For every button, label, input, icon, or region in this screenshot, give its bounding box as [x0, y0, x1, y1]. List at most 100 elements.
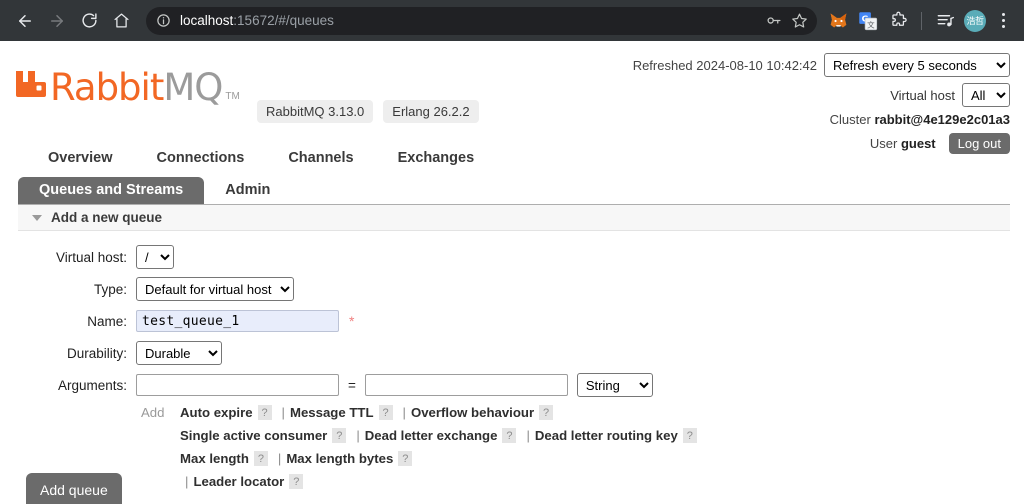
help-icon-message-ttl[interactable]: ? — [378, 405, 393, 420]
help-icon-dead-letter-exchange[interactable]: ? — [502, 428, 517, 443]
durability-field-label: Durability: — [66, 345, 127, 361]
tab-channels[interactable]: Channels — [266, 146, 375, 170]
preset-auto-expire[interactable]: Auto expire — [180, 405, 253, 420]
browser-menu-button[interactable] — [992, 13, 1014, 28]
rabbitmq-version-badge: RabbitMQ 3.13.0 — [257, 100, 374, 123]
vhost-row: Virtual host All — [633, 83, 1010, 107]
help-icon-leader-locator[interactable]: ? — [289, 474, 304, 489]
address-bar[interactable]: localhost:15672/#/queues — [146, 6, 817, 35]
tab-admin[interactable]: Admin — [204, 177, 291, 204]
help-icon-single-active-consumer[interactable]: ? — [332, 428, 347, 443]
form-row-arguments: Arguments: = String — [22, 373, 1012, 397]
rabbitmq-management-page: RabbitMQ TM RabbitMQ 3.13.0 Erlang 26.2.… — [0, 41, 1024, 504]
vhost-select[interactable]: / — [136, 245, 174, 269]
preset-separator: | — [526, 428, 530, 443]
site-info-icon[interactable] — [154, 12, 172, 30]
name-field-label: Name: — [87, 313, 127, 329]
avatar-initials: 浩哲 — [964, 9, 986, 32]
url-host: localhost — [180, 12, 234, 28]
refresh-row: Refreshed 2024-08-10 10:42:42 Refresh ev… — [633, 53, 1010, 77]
refresh-interval-select[interactable]: Refresh every 5 seconds — [824, 53, 1010, 77]
rabbitmq-logo-icon — [14, 63, 48, 102]
trademark-mark: TM — [225, 91, 240, 102]
add-argument-label[interactable]: Add — [136, 405, 180, 420]
add-queue-form: Virtual host: / Type: Default for virtua… — [22, 231, 1012, 493]
preset-max-length-bytes[interactable]: Max length bytes — [286, 451, 393, 466]
add-queue-section-header[interactable]: Add a new queue — [18, 205, 1010, 231]
argument-key-input[interactable] — [136, 374, 339, 396]
google-translate-icon[interactable]: G 文 — [855, 8, 881, 34]
tab-queues-and-streams[interactable]: Queues and Streams — [18, 177, 205, 204]
argument-presets: Add Auto expire ? | Message TTL ? | Over… — [22, 401, 1012, 493]
page-header: RabbitMQ TM RabbitMQ 3.13.0 Erlang 26.2.… — [0, 41, 1024, 154]
help-icon-max-length[interactable]: ? — [253, 451, 268, 466]
cluster-info: Cluster rabbit@4e129e2c01a3 — [830, 112, 1010, 127]
preset-row-1: Add Auto expire ? | Message TTL ? | Over… — [136, 401, 1012, 424]
bookmark-star-icon[interactable] — [787, 9, 811, 33]
extension-icons: G 文 浩哲 — [825, 8, 1014, 34]
refreshed-timestamp: Refreshed 2024-08-10 10:42:42 — [632, 57, 817, 73]
back-button[interactable] — [10, 6, 40, 36]
add-queue-button[interactable]: Add queue — [26, 473, 122, 504]
preset-message-ttl[interactable]: Message TTL — [290, 405, 374, 420]
form-row-durability: Durability: Durable — [22, 341, 1012, 365]
home-button[interactable] — [106, 6, 136, 36]
profile-avatar[interactable]: 浩哲 — [962, 8, 988, 34]
help-icon-overflow-behaviour[interactable]: ? — [539, 405, 554, 420]
add-queue-form-wrapper: Virtual host: / Type: Default for virtua… — [0, 231, 1024, 493]
tab-overview[interactable]: Overview — [26, 146, 135, 170]
queue-type-select[interactable]: Default for virtual host — [136, 277, 294, 301]
preset-separator: | — [185, 474, 189, 489]
cluster-label: Cluster — [829, 111, 871, 127]
forward-button[interactable] — [42, 6, 72, 36]
preset-single-active-consumer[interactable]: Single active consumer — [180, 428, 327, 443]
erlang-version-badge: Erlang 26.2.2 — [383, 100, 479, 123]
header-status-panel: Refreshed 2024-08-10 10:42:42 Refresh ev… — [633, 53, 1010, 155]
form-row-type: Type: Default for virtual host — [22, 277, 1012, 301]
preset-dead-letter-routing-key[interactable]: Dead letter routing key — [535, 428, 678, 443]
svg-text:文: 文 — [867, 19, 875, 29]
metamask-fox-icon[interactable] — [825, 8, 851, 34]
vhost-filter-select[interactable]: All — [962, 83, 1010, 107]
browser-toolbar: localhost:15672/#/queues 文 浩哲 — [0, 0, 1024, 41]
argument-type-select[interactable]: String — [576, 373, 653, 397]
vhost-filter-label: Virtual host — [890, 87, 955, 103]
help-icon-max-length-bytes[interactable]: ? — [398, 451, 413, 466]
preset-overflow-behaviour[interactable]: Overflow behaviour — [411, 405, 534, 420]
help-icon-auto-expire[interactable]: ? — [257, 405, 272, 420]
logo-wordmark: RabbitMQ — [50, 69, 223, 106]
vhost-field-label: Virtual host: — [55, 249, 127, 265]
preset-row-4: | Leader locator ? — [136, 470, 1012, 493]
argument-value-input[interactable] — [364, 374, 568, 396]
preset-separator: | — [402, 405, 406, 420]
preset-row-3: Max length ? | Max length bytes ? — [136, 447, 1012, 470]
required-asterisk: * — [349, 313, 355, 329]
reading-list-icon[interactable] — [932, 8, 958, 34]
primary-nav-tabs: Overview Connections Channels Exchanges — [0, 146, 1024, 176]
collapse-caret-icon — [32, 214, 42, 221]
type-field-label: Type: — [93, 281, 127, 297]
form-row-name: Name: * — [22, 309, 1012, 333]
preset-dead-letter-exchange[interactable]: Dead letter exchange — [365, 428, 498, 443]
durability-select[interactable]: Durable — [136, 341, 222, 365]
secondary-nav-tabs: Queues and Streams Admin — [0, 176, 1024, 204]
help-icon-dead-letter-routing-key[interactable]: ? — [682, 428, 697, 443]
preset-separator: | — [356, 428, 360, 443]
extensions-puzzle-icon[interactable] — [885, 8, 911, 34]
arguments-equals-sign: = — [348, 377, 356, 393]
preset-leader-locator[interactable]: Leader locator — [193, 474, 284, 489]
toolbar-divider — [921, 11, 922, 30]
tab-connections[interactable]: Connections — [135, 146, 267, 170]
preset-separator: | — [277, 451, 282, 466]
password-key-icon[interactable] — [761, 9, 785, 33]
arguments-field-label: Arguments: — [57, 377, 127, 393]
rabbitmq-logo[interactable]: RabbitMQ TM — [14, 63, 240, 106]
cluster-name: rabbit@4e129e2c01a3 — [874, 111, 1010, 127]
reload-button[interactable] — [74, 6, 104, 36]
url-path: :15672/#/queues — [233, 12, 334, 28]
tab-exchanges[interactable]: Exchanges — [376, 146, 497, 170]
queue-name-input[interactable] — [136, 310, 339, 332]
url-text: localhost:15672/#/queues — [180, 7, 759, 35]
cluster-row: Cluster rabbit@4e129e2c01a3 — [633, 110, 1010, 128]
preset-max-length[interactable]: Max length — [180, 451, 249, 466]
